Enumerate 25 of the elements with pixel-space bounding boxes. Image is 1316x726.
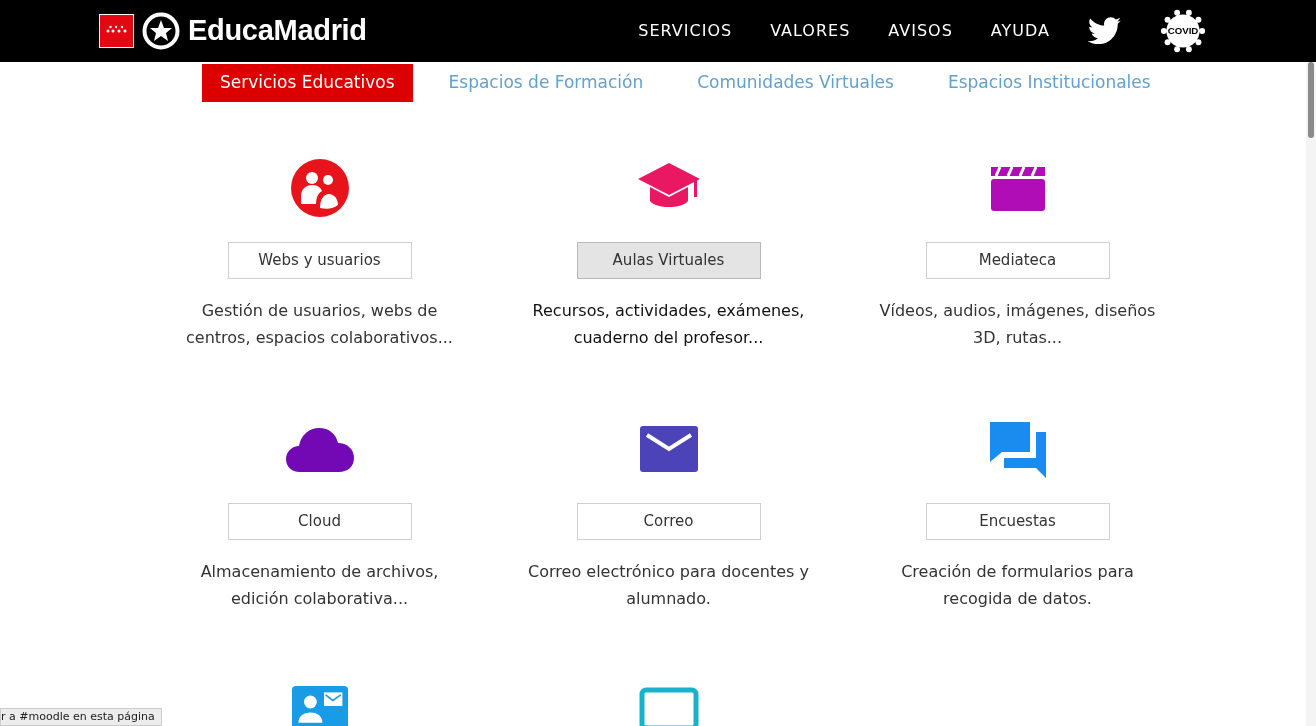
service-description: Vídeos, audios, imágenes, diseños 3D, rutas... — [878, 299, 1157, 349]
nav-link[interactable]: AVISOS — [888, 19, 953, 43]
service-button[interactable]: Webs y usuarios — [227, 241, 412, 279]
envelope-icon[interactable] — [638, 424, 699, 473]
service-description: Correo electrónico para docentes y alumnado. — [527, 560, 810, 610]
flag-icon — [99, 14, 134, 48]
nav-link[interactable]: AYUDA — [990, 19, 1050, 43]
service-description: Gestión de usuarios, webs de centros, espacios colaborativos... — [185, 299, 454, 349]
service-button[interactable]: Correo — [576, 502, 761, 540]
logo-text[interactable]: EducaMadrid — [188, 9, 367, 53]
nav-link[interactable]: VALORES — [770, 19, 851, 43]
chat-bubbles-icon[interactable] — [987, 419, 1048, 478]
status-text: r a #moodle en esta página — [0, 707, 162, 726]
scrollbar[interactable] — [1306, 62, 1316, 726]
service-button[interactable]: Mediateca — [925, 241, 1110, 279]
service-description: Creación de formularios para recogida de datos. — [900, 560, 1135, 610]
service-description: Recursos, actividades, exámenes, cuaderno del profesor... — [531, 299, 806, 349]
service-button[interactable]: Encuestas — [925, 502, 1110, 540]
service-button[interactable]: Aulas Virtuales — [576, 241, 761, 279]
service-button[interactable]: Cloud — [227, 502, 412, 540]
nav-link[interactable]: SERVICIOS — [638, 19, 733, 43]
people-icon[interactable] — [289, 157, 350, 218]
service-description: Almacenamiento de archivos, edición colaborativa... — [199, 560, 440, 610]
tab[interactable]: Servicios Educativos — [202, 64, 413, 102]
bird-icon[interactable] — [1088, 17, 1122, 45]
